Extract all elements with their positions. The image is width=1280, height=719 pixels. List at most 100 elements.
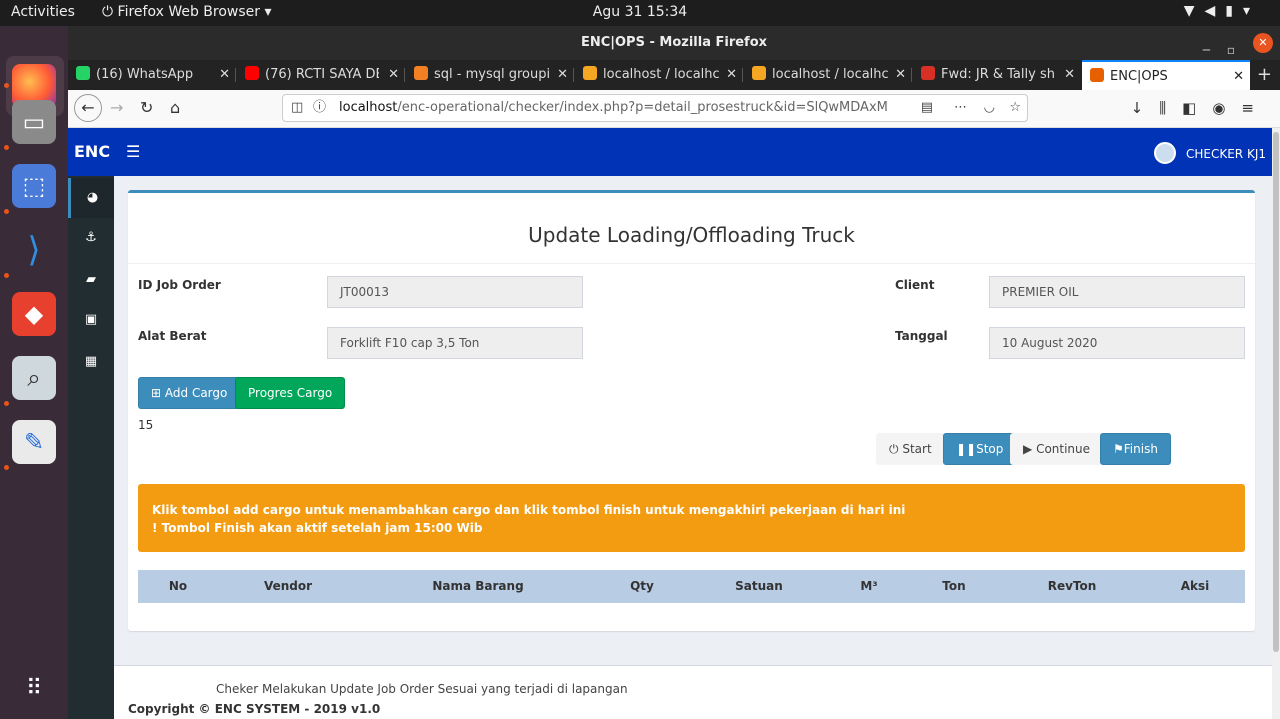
- library-icon[interactable]: ⫼: [1159, 99, 1182, 117]
- tab-encops[interactable]: ENC|OPS ✕: [1082, 60, 1250, 90]
- screenshot-dock-icon[interactable]: ⬚: [12, 164, 56, 208]
- tab-stackoverflow[interactable]: sql - mysql groupi ✕: [406, 60, 574, 90]
- start-button[interactable]: ⏻ Start: [876, 433, 945, 465]
- tab-close-icon[interactable]: ✕: [895, 60, 906, 90]
- page-title: Update Loading/Offloading Truck: [128, 193, 1255, 264]
- battery-icon: ▮: [1225, 3, 1243, 19]
- menu-icon[interactable]: ≡: [1241, 99, 1270, 117]
- client-label: Client: [895, 278, 935, 292]
- tab-label: localhost / localhc: [603, 67, 719, 82]
- tab-close-icon[interactable]: ✕: [1233, 62, 1244, 90]
- alat-berat-field[interactable]: Forklift F10 cap 3,5 Ton: [327, 327, 583, 359]
- brand-logo[interactable]: ENC: [74, 142, 110, 161]
- wifi-icon: ▼: [1183, 3, 1205, 19]
- stop-label: Stop: [976, 442, 1004, 456]
- running-indicator: [4, 465, 9, 470]
- briefcase-icon[interactable]: ▣: [68, 300, 114, 340]
- scrollbar-thumb[interactable]: [1273, 132, 1279, 652]
- vscode-dock-icon[interactable]: ⟩: [12, 228, 56, 272]
- update-truck-box: Update Loading/Offloading Truck ID Job O…: [128, 190, 1255, 631]
- column-header: Ton: [942, 579, 966, 593]
- footer-copyright: Copyright © ENC SYSTEM - 2019 v1.0: [128, 702, 381, 716]
- text-editor-dock-icon[interactable]: ✎: [12, 420, 56, 464]
- pause-icon: ❚❚: [956, 442, 977, 456]
- navigation-bar: ← → ↻ ⌂ ◫ ⓘ localhost/enc-operational/ch…: [68, 90, 1280, 128]
- url-path: /enc-operational/checker/index.php?p=det…: [397, 100, 888, 115]
- url-bar[interactable]: ◫ ⓘ localhost/enc-operational/checker/in…: [282, 94, 1028, 122]
- alert-line-2: ! Tombol Finish akan aktif setelah jam 1…: [152, 521, 483, 535]
- tab-close-icon[interactable]: ✕: [726, 60, 737, 90]
- tab-close-icon[interactable]: ✕: [388, 60, 399, 90]
- alat-berat-label: Alat Berat: [138, 329, 207, 343]
- tab-close-icon[interactable]: ✕: [219, 60, 230, 90]
- id-job-order-field[interactable]: JT00013: [327, 276, 583, 308]
- tab-gmail[interactable]: Fwd: JR & Tally sh ✕: [913, 60, 1081, 90]
- bookmark-star-icon[interactable]: ☆: [1009, 95, 1021, 121]
- finish-button[interactable]: ⚑Finish: [1100, 433, 1171, 465]
- reader-view-icon[interactable]: ▤: [921, 95, 933, 121]
- stop-button[interactable]: ❚❚Stop: [943, 433, 1017, 465]
- tanggal-field[interactable]: 10 August 2020: [989, 327, 1245, 359]
- truck-icon[interactable]: ▰: [68, 260, 114, 300]
- cargo-table-header: No Vendor Nama Barang Qty Satuan M³ Ton …: [138, 570, 1245, 603]
- system-tray[interactable]: ▼◀▮▾: [1184, 3, 1260, 19]
- anchor-icon[interactable]: ⚓: [68, 218, 114, 258]
- tab-whatsapp[interactable]: (16) WhatsApp ✕: [68, 60, 236, 90]
- show-apps-icon[interactable]: ⠿: [12, 666, 56, 710]
- column-header: Qty: [630, 579, 654, 593]
- anydesk-dock-icon[interactable]: ◆: [12, 292, 56, 336]
- play-icon: ▶: [1023, 442, 1033, 456]
- site-info-icon[interactable]: ⓘ: [313, 95, 326, 121]
- running-indicator: [4, 145, 9, 150]
- tab-close-icon[interactable]: ✕: [1064, 60, 1075, 90]
- url-host: localhost: [339, 100, 398, 115]
- running-indicator: [4, 83, 9, 88]
- dock: ▭ ⬚ ⟩ ◆ ⌕ ✎ ⠿: [0, 26, 68, 719]
- close-window-icon[interactable]: ✕: [1253, 33, 1273, 53]
- page-actions-icon[interactable]: ⋯: [954, 95, 967, 121]
- phpmyadmin-icon: [752, 66, 766, 80]
- user-menu[interactable]: CHECKER KJ1: [1153, 142, 1266, 164]
- app-menu[interactable]: ⏻ Firefox Web Browser ▾: [102, 4, 272, 20]
- files-dock-icon[interactable]: ▭: [12, 100, 56, 144]
- tab-label: Fwd: JR & Tally sh: [941, 67, 1055, 82]
- home-icon[interactable]: ⌂: [170, 98, 180, 117]
- new-tab-icon[interactable]: +: [1257, 64, 1272, 85]
- stackoverflow-icon: [414, 66, 428, 80]
- shield-icon[interactable]: ◫: [291, 95, 303, 121]
- continue-button[interactable]: ▶ Continue: [1010, 433, 1104, 465]
- page-scrollbar[interactable]: [1272, 128, 1280, 719]
- sidebar-icon[interactable]: ◧: [1182, 99, 1212, 117]
- sidebar-toggle-icon[interactable]: ☰: [126, 142, 140, 161]
- power-icon: ▾: [1242, 3, 1260, 19]
- tab-phpmyadmin-1[interactable]: localhost / localhc ✕: [575, 60, 743, 90]
- tab-youtube[interactable]: (76) RCTI SAYA DE ✕: [237, 60, 405, 90]
- forward-icon[interactable]: →: [110, 98, 123, 117]
- account-icon[interactable]: ◉: [1212, 99, 1241, 117]
- back-icon[interactable]: ←: [74, 94, 102, 122]
- tab-label: ENC|OPS: [1110, 69, 1168, 84]
- add-cargo-button[interactable]: ⊞ Add Cargo: [138, 377, 241, 409]
- pocket-icon[interactable]: ◡: [984, 95, 995, 121]
- train-icon[interactable]: ▦: [68, 342, 114, 382]
- reload-icon[interactable]: ↻: [140, 98, 153, 117]
- tab-label: sql - mysql groupi: [434, 67, 551, 82]
- column-header: M³: [860, 579, 878, 593]
- tab-phpmyadmin-2[interactable]: localhost / localhc ✕: [744, 60, 912, 90]
- add-cargo-label: Add Cargo: [164, 386, 228, 400]
- activities-button[interactable]: Activities: [11, 4, 75, 20]
- web-page: ENC ☰ CHECKER KJ1 ◕ ⚓ ▰ ▣ ▦ Update Loadi…: [68, 128, 1280, 719]
- download-icon[interactable]: ↓: [1131, 99, 1160, 117]
- dashboard-icon[interactable]: ◕: [68, 178, 114, 218]
- column-header: Satuan: [735, 579, 783, 593]
- finish-label: Finish: [1123, 442, 1158, 456]
- content-wrapper: Update Loading/Offloading Truck ID Job O…: [114, 176, 1280, 719]
- tanggal-label: Tanggal: [895, 329, 948, 343]
- flag-icon: ⚑: [1113, 442, 1124, 456]
- tab-close-icon[interactable]: ✕: [557, 60, 568, 90]
- progres-cargo-button[interactable]: Progres Cargo: [235, 377, 346, 409]
- toolbar-right: ↓⫼◧◉≡: [1131, 99, 1270, 117]
- running-indicator: [4, 401, 9, 406]
- search-dock-icon[interactable]: ⌕: [12, 356, 56, 400]
- client-field[interactable]: PREMIER OIL: [989, 276, 1245, 308]
